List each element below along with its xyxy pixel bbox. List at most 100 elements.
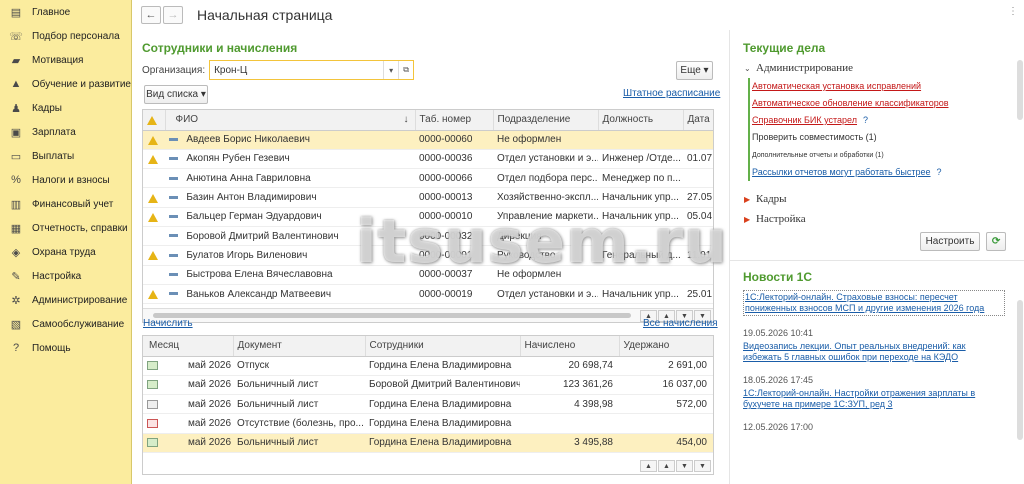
column-header[interactable]: Начислено xyxy=(520,336,620,357)
scroll-down-icon[interactable]: ▼ xyxy=(676,460,693,472)
triangle-right-icon: ▶ xyxy=(744,214,751,224)
todo-group-hr[interactable]: ▶ Кадры xyxy=(730,189,1020,209)
news-link[interactable]: 1С:Лекторий-онлайн. Настройки отражения … xyxy=(743,388,1005,410)
sidebar-item-0[interactable]: ▤ Главное xyxy=(0,0,131,24)
column-header[interactable]: Удержано xyxy=(619,336,713,357)
employee-icon xyxy=(169,138,178,141)
scrollbar-thumb[interactable] xyxy=(153,313,631,318)
sidebar-item-13[interactable]: ▧ Самообслуживание xyxy=(0,312,131,336)
sidebar-item-11[interactable]: ✎ Настройка xyxy=(0,264,131,288)
dropdown-icon[interactable]: ▾ xyxy=(383,61,398,79)
todo-link[interactable]: Автоматическое обновление классификаторо… xyxy=(752,98,949,108)
table-row[interactable]: Анютина Анна Гавриловна 0000-00066 Отдел п… xyxy=(143,168,713,189)
employees: Гордина Елена Владимировна xyxy=(365,394,520,415)
sidebar-item-3[interactable]: ▲ Обучение и развитие xyxy=(0,72,132,96)
sidebar-item-6[interactable]: ▭ Выплаты xyxy=(0,144,131,168)
todo-group-settings[interactable]: ▶ Настройка xyxy=(730,209,1020,229)
column-header[interactable]: Дата xyxy=(683,110,713,131)
table-row[interactable]: май 2026 Больничный лист Гордина Елена Вла… xyxy=(143,433,713,453)
column-header[interactable]: Таб. номер xyxy=(415,110,494,131)
organization-field[interactable]: Крон-Ц ▾ ⧉ xyxy=(209,60,415,80)
sidebar: ▤ Главное ☏ Подбор персонала ▰ Мотивация ▲ Обуч… xyxy=(0,0,132,484)
todo-item[interactable]: Автоматическая установка исправлений xyxy=(752,78,1020,95)
employee-name: Бальцер Герман Эдуардович xyxy=(186,211,322,223)
warning-icon xyxy=(148,212,158,222)
scroll-bottom-icon[interactable]: ▼ xyxy=(694,460,711,472)
scroll-up-icon[interactable]: ▲ xyxy=(658,460,675,472)
todo-link[interactable]: Автоматическая установка исправлений xyxy=(752,81,921,91)
month: май 2026 xyxy=(187,379,231,391)
news-link[interactable]: 1С:Лекторий-онлайн. Страховые взносы: пе… xyxy=(743,290,1005,316)
horizontal-scrollbar[interactable]: ▲ ▲ ▼ ▼ xyxy=(143,308,713,322)
column-header[interactable]: Должность xyxy=(598,110,684,131)
document-icon xyxy=(147,418,158,428)
column-header-warning[interactable] xyxy=(143,110,166,131)
accrue-link[interactable]: Начислить xyxy=(143,318,193,329)
todo-item[interactable]: Автоматическое обновление классификаторо… xyxy=(752,95,1020,112)
staff-schedule-link[interactable]: Штатное расписание xyxy=(623,88,720,99)
back-button[interactable]: ← xyxy=(141,6,161,24)
help-icon[interactable]: ? xyxy=(863,115,868,125)
open-icon[interactable]: ⧉ xyxy=(398,61,413,79)
todo-item[interactable]: Справочник БИК устарел? xyxy=(752,112,1020,129)
sidebar-item-4[interactable]: ♟ Кадры xyxy=(0,96,131,120)
news-scrollbar[interactable] xyxy=(1017,300,1023,440)
configure-button[interactable]: Настроить xyxy=(920,232,980,251)
table-row[interactable]: Быстрова Елена Вячеславовна 0000-00037 Не … xyxy=(143,265,713,285)
arrow-left-icon: ← xyxy=(145,9,157,21)
todo-item[interactable]: Проверить совместимость (1) xyxy=(752,129,1020,146)
table-row[interactable]: Авдеев Борис Николаевич 0000-00060 Не офор… xyxy=(143,130,713,150)
todo-item[interactable]: Дополнительные отчеты и обработки (1) xyxy=(752,146,1020,164)
organization-value[interactable]: Крон-Ц xyxy=(210,65,383,76)
column-header[interactable]: Документ xyxy=(233,336,366,357)
sidebar-item-2[interactable]: ▰ Мотивация xyxy=(0,48,131,72)
forward-button[interactable]: → xyxy=(163,6,183,24)
table-row[interactable]: май 2026 Больничный лист Боровой Дмитрий В… xyxy=(143,375,713,396)
view-list-button[interactable]: Вид списка ▾ xyxy=(144,85,208,104)
news-item: 19.05.2026 10:41 Видеозапись лекции. Опыт… xyxy=(743,328,1005,363)
table-row[interactable]: май 2026 Отсутствие (болезнь, про... Горди… xyxy=(143,413,713,434)
department: Хозяйственно-экспл... xyxy=(493,187,598,208)
news-date: 12.05.2026 17:00 xyxy=(743,422,814,432)
news-link[interactable]: Видеозапись лекции. Опыт реальных внедре… xyxy=(743,341,1005,363)
table-row[interactable]: май 2026 Больничный лист Гордина Елена Вла… xyxy=(143,394,713,415)
todo-link[interactable]: Дополнительные отчеты и обработки (1) xyxy=(752,152,884,159)
refresh-icon[interactable]: ⟳ xyxy=(986,232,1006,251)
table-row[interactable]: Булатов Игорь Виленович 0000-00001 Руковод… xyxy=(143,245,713,266)
table-row[interactable]: Акопян Рубен Гезевич 0000-00036 Отдел уста… xyxy=(143,149,713,170)
todo-scrollbar[interactable] xyxy=(1017,60,1023,120)
column-header[interactable]: Сотрудники xyxy=(365,336,521,357)
card-icon: ▭ xyxy=(10,150,22,163)
sidebar-item-7[interactable]: % Налоги и взносы xyxy=(0,168,131,192)
scroll-top-icon[interactable]: ▲ xyxy=(640,460,657,472)
sidebar-item-14[interactable]: ? Помощь xyxy=(0,336,131,360)
column-header[interactable]: Подразделение xyxy=(493,110,599,131)
all-accruals-link[interactable]: Все начисления xyxy=(643,318,718,329)
column-header[interactable]: Месяц xyxy=(143,336,234,357)
sidebar-item-5[interactable]: ▣ Зарплата xyxy=(0,120,131,144)
sidebar-item-9[interactable]: ▦ Отчетность, справки xyxy=(0,216,131,240)
todo-link[interactable]: Рассылки отчетов могут работать быстрее xyxy=(752,167,931,177)
sidebar-item-1[interactable]: ☏ Подбор персонала xyxy=(0,24,131,48)
link-icon[interactable]: ⋮ xyxy=(1008,6,1018,17)
column-header[interactable]: ФИО ↓ xyxy=(165,110,416,131)
todo-group-admin[interactable]: ⌄ Администрирование xyxy=(730,58,1020,78)
todo-group-label: Настройка xyxy=(756,213,806,225)
table-row[interactable]: Базин Антон Владимирович 0000-00013 Хозяйс… xyxy=(143,187,713,208)
news-date: 19.05.2026 10:41 xyxy=(743,328,814,338)
table-row[interactable]: Боровой Дмитрий Валентинович 0000-00032 Ди… xyxy=(143,226,713,247)
help-icon[interactable]: ? xyxy=(937,167,942,177)
more-button[interactable]: Еще ▾ xyxy=(676,61,713,80)
sidebar-item-12[interactable]: ✲ Администрирование xyxy=(0,288,131,312)
table-row[interactable]: Ваньков Александр Матвеевич 0000-00019 Отд… xyxy=(143,284,713,305)
todo-link[interactable]: Справочник БИК устарел xyxy=(752,115,857,125)
report-icon: ▦ xyxy=(10,222,22,235)
todo-item[interactable]: Рассылки отчетов могут работать быстрее? xyxy=(752,164,1020,181)
sidebar-item-8[interactable]: ▥ Финансовый учет xyxy=(0,192,131,216)
table-row[interactable]: Бальцер Герман Эдуардович 0000-00010 Управ… xyxy=(143,207,713,227)
table-row[interactable]: май 2026 Отпуск Гордина Елена Владимировна… xyxy=(143,356,713,376)
tab-number: 0000-00060 xyxy=(415,130,493,150)
sidebar-item-10[interactable]: ◈ Охрана труда xyxy=(0,240,131,264)
triangle-right-icon: ▶ xyxy=(744,194,751,204)
sidebar-item-label: Охрана труда xyxy=(32,246,96,258)
